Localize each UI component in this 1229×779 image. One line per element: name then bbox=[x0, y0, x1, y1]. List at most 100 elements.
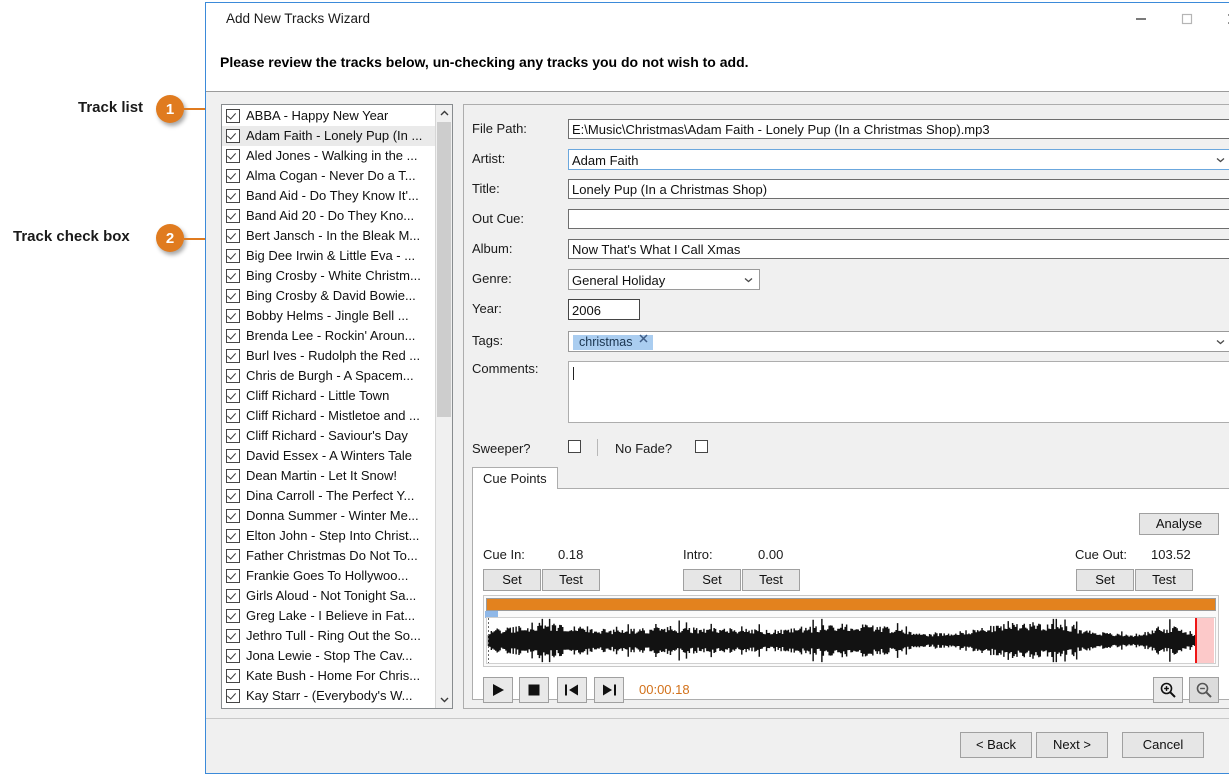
back-button[interactable]: < Back bbox=[960, 732, 1032, 758]
zoom-out-icon[interactable] bbox=[1189, 677, 1219, 703]
analyse-button[interactable]: Analyse bbox=[1139, 513, 1219, 535]
sweeper-checkbox[interactable] bbox=[568, 440, 581, 453]
minimize-icon[interactable] bbox=[1118, 3, 1164, 34]
artist-select[interactable]: Adam Faith bbox=[568, 149, 1229, 170]
track-list-item[interactable]: Cliff Richard - Saviour's Day bbox=[222, 426, 435, 446]
genre-select[interactable]: General Holiday bbox=[568, 269, 760, 290]
track-checkbox[interactable] bbox=[226, 409, 240, 423]
track-list-item[interactable]: Kate Bush - Home For Chris... bbox=[222, 666, 435, 686]
track-list-item[interactable]: Alma Cogan - Never Do a T... bbox=[222, 166, 435, 186]
maximize-icon[interactable] bbox=[1164, 3, 1210, 34]
out-cue-field[interactable] bbox=[568, 209, 1229, 229]
track-checkbox[interactable] bbox=[226, 369, 240, 383]
zoom-in-icon[interactable] bbox=[1153, 677, 1183, 703]
waveform-canvas[interactable] bbox=[486, 617, 1216, 664]
track-checkbox[interactable] bbox=[226, 209, 240, 223]
track-checkbox[interactable] bbox=[226, 189, 240, 203]
track-list-item[interactable]: ABBA - Happy New Year bbox=[222, 106, 435, 126]
track-checkbox[interactable] bbox=[226, 589, 240, 603]
close-icon[interactable] bbox=[1210, 3, 1229, 34]
cue-in-test-button[interactable]: Test bbox=[542, 569, 600, 591]
scrollbar-thumb[interactable] bbox=[437, 122, 451, 417]
track-checkbox[interactable] bbox=[226, 529, 240, 543]
track-list-item[interactable]: Jona Lewie - Stop The Cav... bbox=[222, 646, 435, 666]
track-checkbox[interactable] bbox=[226, 169, 240, 183]
intro-test-button[interactable]: Test bbox=[742, 569, 800, 591]
track-checkbox[interactable] bbox=[226, 109, 240, 123]
track-list-item[interactable]: Band Aid 20 - Do They Kno... bbox=[222, 206, 435, 226]
track-checkbox[interactable] bbox=[226, 249, 240, 263]
close-icon[interactable] bbox=[639, 334, 648, 351]
cue-out-set-button[interactable]: Set bbox=[1076, 569, 1134, 591]
comments-field[interactable] bbox=[568, 361, 1229, 423]
track-checkbox[interactable] bbox=[226, 389, 240, 403]
track-checkbox[interactable] bbox=[226, 429, 240, 443]
chevron-down-icon[interactable] bbox=[436, 691, 452, 708]
track-checkbox[interactable] bbox=[226, 129, 240, 143]
track-list-item[interactable]: Dina Carroll - The Perfect Y... bbox=[222, 486, 435, 506]
year-field[interactable]: 2006 bbox=[568, 299, 640, 320]
cancel-button[interactable]: Cancel bbox=[1122, 732, 1204, 758]
tags-select[interactable]: christmas bbox=[568, 331, 1229, 352]
album-field[interactable]: Now That's What I Call Xmas bbox=[568, 239, 1229, 259]
track-list-item[interactable]: Bing Crosby & David Bowie... bbox=[222, 286, 435, 306]
stop-icon[interactable] bbox=[519, 677, 549, 703]
track-list-item[interactable]: Cliff Richard - Little Town bbox=[222, 386, 435, 406]
track-checkbox[interactable] bbox=[226, 469, 240, 483]
skip-back-icon[interactable] bbox=[557, 677, 587, 703]
track-list-item[interactable]: Big Dee Irwin & Little Eva - ... bbox=[222, 246, 435, 266]
track-list-item[interactable]: Burl Ives - Rudolph the Red ... bbox=[222, 346, 435, 366]
title-field[interactable]: Lonely Pup (In a Christmas Shop) bbox=[568, 179, 1229, 199]
track-list-item[interactable]: Greg Lake - I Believe in Fat... bbox=[222, 606, 435, 626]
track-list-item[interactable]: Dean Martin - Let It Snow! bbox=[222, 466, 435, 486]
track-list-item[interactable]: Donna Summer - Winter Me... bbox=[222, 506, 435, 526]
track-list-item[interactable]: Bobby Helms - Jingle Bell ... bbox=[222, 306, 435, 326]
track-checkbox[interactable] bbox=[226, 549, 240, 563]
track-checkbox[interactable] bbox=[226, 349, 240, 363]
tab-cue-points[interactable]: Cue Points bbox=[472, 467, 558, 489]
waveform-overview-bar[interactable] bbox=[486, 598, 1216, 611]
track-list-item[interactable]: Band Aid - Do They Know It'... bbox=[222, 186, 435, 206]
tag-chip-christmas[interactable]: christmas bbox=[573, 335, 653, 350]
track-checkbox[interactable] bbox=[226, 689, 240, 703]
track-list-item[interactable]: Father Christmas Do Not To... bbox=[222, 546, 435, 566]
intro-set-button[interactable]: Set bbox=[683, 569, 741, 591]
track-list-item[interactable]: Brenda Lee - Rockin' Aroun... bbox=[222, 326, 435, 346]
cue-out-test-button[interactable]: Test bbox=[1135, 569, 1193, 591]
track-checkbox[interactable] bbox=[226, 269, 240, 283]
chevron-up-icon[interactable] bbox=[436, 105, 452, 122]
track-list-item[interactable]: Frankie Goes To Hollywoo... bbox=[222, 566, 435, 586]
track-checkbox[interactable] bbox=[226, 669, 240, 683]
track-checkbox[interactable] bbox=[226, 609, 240, 623]
track-list-item[interactable]: Cliff Richard - Mistletoe and ... bbox=[222, 406, 435, 426]
track-list-item[interactable]: Aled Jones - Walking in the ... bbox=[222, 146, 435, 166]
track-checkbox[interactable] bbox=[226, 309, 240, 323]
track-list-item[interactable]: Bert Jansch - In the Bleak M... bbox=[222, 226, 435, 246]
track-list-item[interactable]: Adam Faith - Lonely Pup (In ... bbox=[222, 126, 435, 146]
no-fade-checkbox[interactable] bbox=[695, 440, 708, 453]
track-checkbox[interactable] bbox=[226, 289, 240, 303]
track-checkbox[interactable] bbox=[226, 149, 240, 163]
file-path-field[interactable]: E:\Music\Christmas\Adam Faith - Lonely P… bbox=[568, 119, 1229, 139]
track-checkbox[interactable] bbox=[226, 569, 240, 583]
track-checkbox[interactable] bbox=[226, 509, 240, 523]
track-checkbox[interactable] bbox=[226, 649, 240, 663]
track-list-item[interactable]: Girls Aloud - Not Tonight Sa... bbox=[222, 586, 435, 606]
track-list-scrollbar[interactable] bbox=[435, 105, 452, 708]
track-checkbox[interactable] bbox=[226, 229, 240, 243]
track-list-item[interactable]: Jethro Tull - Ring Out the So... bbox=[222, 626, 435, 646]
track-list-item[interactable]: Bing Crosby - White Christm... bbox=[222, 266, 435, 286]
track-checkbox[interactable] bbox=[226, 329, 240, 343]
waveform-display[interactable] bbox=[483, 595, 1219, 667]
track-list-item[interactable]: Chris de Burgh - A Spacem... bbox=[222, 366, 435, 386]
cue-in-set-button[interactable]: Set bbox=[483, 569, 541, 591]
next-button[interactable]: Next > bbox=[1036, 732, 1108, 758]
track-list-item[interactable]: Kylie Minogue - Santa Baby bbox=[222, 706, 435, 708]
track-list-item[interactable]: David Essex - A Winters Tale bbox=[222, 446, 435, 466]
track-list-item[interactable]: Elton John - Step Into Christ... bbox=[222, 526, 435, 546]
play-icon[interactable] bbox=[483, 677, 513, 703]
skip-forward-icon[interactable] bbox=[594, 677, 624, 703]
track-checkbox[interactable] bbox=[226, 629, 240, 643]
track-checkbox[interactable] bbox=[226, 489, 240, 503]
track-checkbox[interactable] bbox=[226, 449, 240, 463]
